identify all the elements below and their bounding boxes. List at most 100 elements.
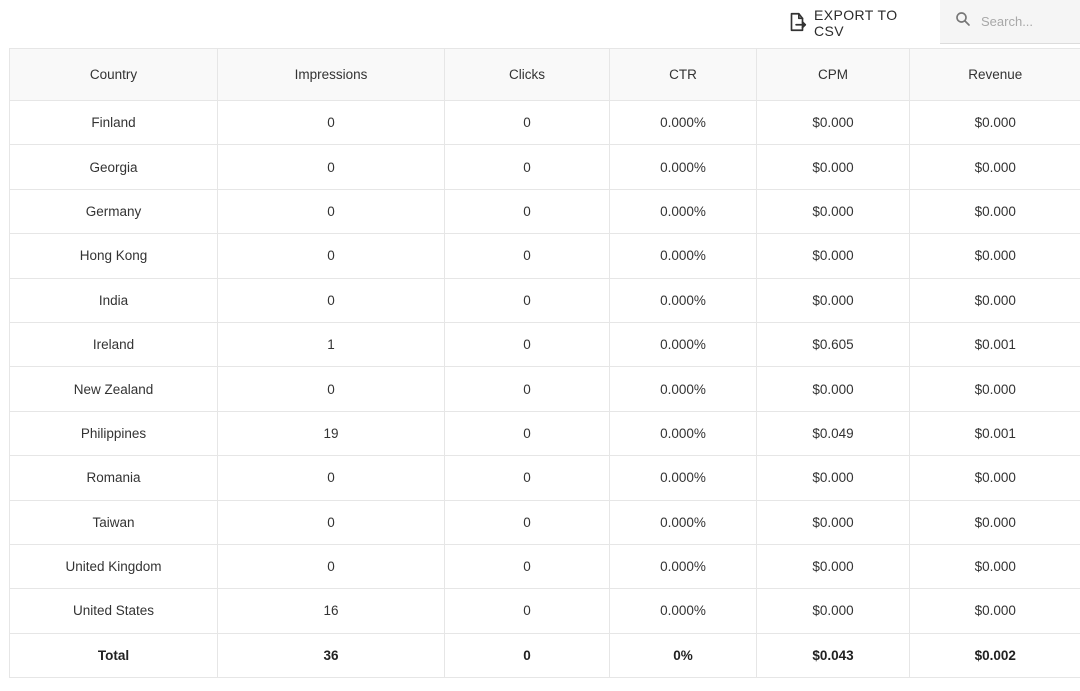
cell-revenue: $0.000 [909,100,1080,146]
total-cpm: $0.043 [756,633,910,678]
cell-revenue: $0.000 [909,588,1080,634]
search-icon [954,10,972,33]
column-header-clicks[interactable]: Clicks [444,48,610,101]
cell-impressions: 0 [217,366,445,412]
search-box[interactable] [940,0,1080,44]
cell-cpm: $0.000 [756,455,910,501]
file-export-icon [786,11,808,36]
cell-impressions: 0 [217,544,445,590]
cell-impressions: 0 [217,189,445,235]
cell-clicks: 0 [444,144,610,190]
cell-clicks: 0 [444,233,610,279]
table-row: Hong Kong 0 0 0.000% $0.000 $0.000 [9,233,1080,279]
cell-impressions: 0 [217,144,445,190]
cell-clicks: 0 [444,500,610,545]
export-csv-label: EXPORT TO CSV [814,7,898,39]
cell-country: New Zealand [9,366,218,412]
cell-revenue: $0.001 [909,322,1080,368]
total-ctr: 0% [609,633,757,678]
column-header-revenue[interactable]: Revenue [909,48,1080,101]
cell-country: Romania [9,455,218,501]
cell-impressions: 16 [217,588,445,634]
cell-revenue: $0.000 [909,544,1080,590]
table-row: Romania 0 0 0.000% $0.000 $0.000 [9,455,1080,501]
cell-revenue: $0.000 [909,189,1080,235]
cell-cpm: $0.000 [756,278,910,323]
cell-impressions: 0 [217,100,445,146]
cell-clicks: 0 [444,411,610,457]
column-header-cpm[interactable]: CPM [756,48,910,101]
cell-clicks: 0 [444,100,610,146]
cell-cpm: $0.000 [756,144,910,190]
cell-ctr: 0.000% [609,455,757,501]
cell-revenue: $0.000 [909,366,1080,412]
cell-impressions: 1 [217,322,445,368]
table-header-row: Country Impressions Clicks CTR CPM Revenue [9,48,1080,101]
total-impressions: 36 [217,633,445,678]
cell-ctr: 0.000% [609,233,757,279]
cell-clicks: 0 [444,322,610,368]
cell-impressions: 0 [217,455,445,501]
table-row: Taiwan 0 0 0.000% $0.000 $0.000 [9,500,1080,545]
cell-cpm: $0.605 [756,322,910,368]
export-csv-button[interactable]: EXPORT TO CSV [786,7,926,39]
cell-cpm: $0.000 [756,588,910,634]
table-row: United States 16 0 0.000% $0.000 $0.000 [9,588,1080,634]
table-total-row: Total 36 0 0% $0.043 $0.002 [9,633,1080,678]
cell-impressions: 19 [217,411,445,457]
cell-revenue: $0.000 [909,278,1080,323]
table-toolbar: EXPORT TO CSV [0,0,1080,46]
search-input[interactable] [981,14,1071,29]
cell-clicks: 0 [444,455,610,501]
cell-impressions: 0 [217,500,445,545]
cell-country: Philippines [9,411,218,457]
cell-ctr: 0.000% [609,278,757,323]
cell-ctr: 0.000% [609,189,757,235]
cell-clicks: 0 [444,189,610,235]
table-row: Philippines 19 0 0.000% $0.049 $0.001 [9,411,1080,457]
cell-cpm: $0.049 [756,411,910,457]
cell-cpm: $0.000 [756,189,910,235]
column-header-impressions[interactable]: Impressions [217,48,445,101]
table-row: New Zealand 0 0 0.000% $0.000 $0.000 [9,366,1080,412]
cell-revenue: $0.001 [909,411,1080,457]
cell-ctr: 0.000% [609,500,757,545]
column-header-country[interactable]: Country [9,48,218,101]
cell-ctr: 0.000% [609,322,757,368]
cell-cpm: $0.000 [756,233,910,279]
cell-clicks: 0 [444,366,610,412]
cell-country: Taiwan [9,500,218,545]
cell-country: Germany [9,189,218,235]
cell-cpm: $0.000 [756,500,910,545]
cell-ctr: 0.000% [609,144,757,190]
column-header-ctr[interactable]: CTR [609,48,757,101]
table-row: India 0 0 0.000% $0.000 $0.000 [9,278,1080,323]
table-row: Germany 0 0 0.000% $0.000 $0.000 [9,189,1080,235]
cell-cpm: $0.000 [756,544,910,590]
cell-clicks: 0 [444,544,610,590]
table-row: United Kingdom 0 0 0.000% $0.000 $0.000 [9,544,1080,590]
total-country: Total [9,633,218,678]
cell-cpm: $0.000 [756,100,910,146]
cell-ctr: 0.000% [609,411,757,457]
cell-country: United States [9,588,218,634]
cell-ctr: 0.000% [609,366,757,412]
cell-revenue: $0.000 [909,455,1080,501]
table-row: Finland 0 0 0.000% $0.000 $0.000 [9,100,1080,146]
table-row: Ireland 1 0 0.000% $0.605 $0.001 [9,322,1080,368]
cell-country: Hong Kong [9,233,218,279]
cell-cpm: $0.000 [756,366,910,412]
cell-impressions: 0 [217,233,445,279]
cell-ctr: 0.000% [609,588,757,634]
table-body: Finland 0 0 0.000% $0.000 $0.000 Georgia 0 0 0.00… [9,100,1080,634]
cell-country: Ireland [9,322,218,368]
cell-country: India [9,278,218,323]
country-stats-table-container: Country Impressions Clicks CTR CPM Revenue Fi… [9,48,1080,678]
total-clicks: 0 [444,633,610,678]
cell-clicks: 0 [444,588,610,634]
cell-ctr: 0.000% [609,100,757,146]
cell-clicks: 0 [444,278,610,323]
cell-country: Finland [9,100,218,146]
cell-revenue: $0.000 [909,144,1080,190]
cell-revenue: $0.000 [909,500,1080,545]
